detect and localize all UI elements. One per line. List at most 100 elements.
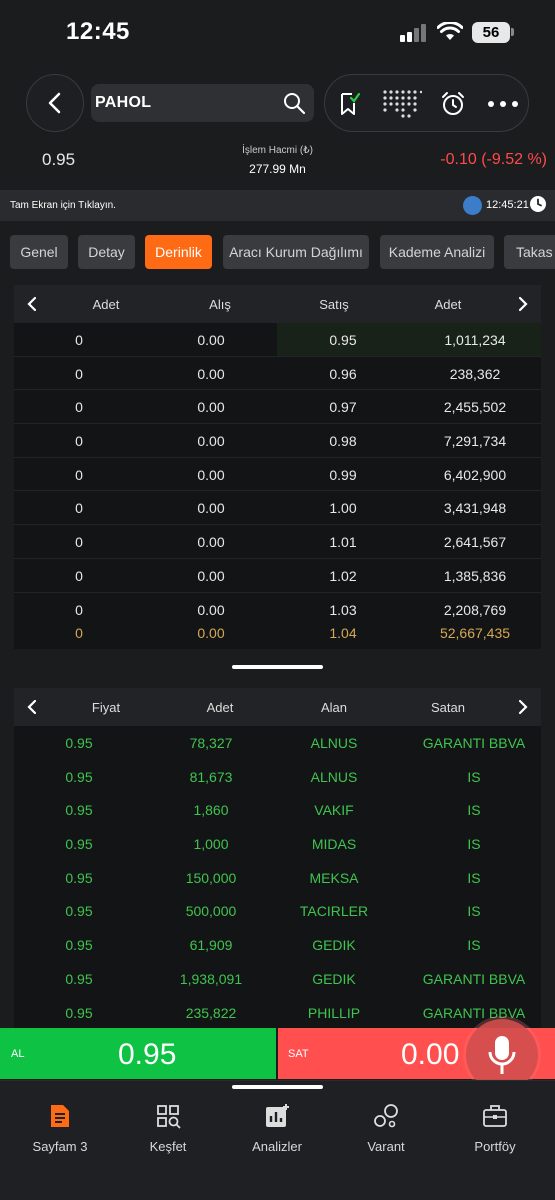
depth-cell: 0.97: [329, 399, 357, 416]
buy-button[interactable]: AL 0.95: [0, 1028, 276, 1079]
nav-kesfet[interactable]: Keşfet: [123, 1103, 213, 1163]
trade-cell: MIDAS: [311, 836, 357, 853]
cellular-signal-icon: [400, 24, 428, 42]
trade-cell: 1,938,091: [179, 970, 243, 987]
back-button[interactable]: [26, 74, 84, 132]
depth-total-cell: 0.00: [197, 624, 225, 641]
depth-row[interactable]: 0 0.00 1.01 2,641,567: [14, 525, 541, 559]
trade-row[interactable]: 0.95 61,909 GEDIK IS: [14, 928, 541, 962]
depth-row[interactable]: 0 0.00 0.98 7,291,734: [14, 424, 541, 458]
depth-cell: 0: [75, 601, 83, 618]
tab-takas-analizi[interactable]: Takas Analizi: [504, 235, 555, 269]
trade-cell: IS: [467, 836, 481, 853]
search-input[interactable]: PAHOL: [95, 94, 151, 112]
nav-label: Varant: [367, 1139, 405, 1154]
header-bid-price: Alış: [209, 297, 231, 312]
trade-cell: 150,000: [185, 869, 237, 886]
depth-cell: 6,402,900: [443, 466, 507, 483]
tab-kademe-analizi[interactable]: Kademe Analizi: [380, 235, 494, 269]
fullscreen-bar[interactable]: Tam Ekran için Tıklayın. 12:45:21: [0, 190, 555, 221]
nav-label: Portföy: [474, 1139, 516, 1154]
depth-cell: 0.95: [329, 332, 357, 348]
depth-cell: 1.00: [329, 500, 357, 517]
trade-cell: IS: [467, 937, 481, 954]
trade-cell: GARANTI BBVA: [422, 735, 526, 751]
trade-row[interactable]: 0.95 500,000 TACIRLER IS: [14, 894, 541, 928]
depth-cell: 238,362: [449, 365, 501, 382]
volume-value: 277.99 Mn: [249, 162, 306, 176]
fullscreen-hint[interactable]: Tam Ekran için Tıklayın.: [10, 200, 116, 211]
depth-last-row: 0 0.00 1.03 2,208,769 0 0.00 1.04 52,667…: [14, 593, 541, 649]
alarm-clock-icon[interactable]: [438, 89, 468, 119]
trade-row[interactable]: 0.95 150,000 MEKSA IS: [14, 861, 541, 895]
trade-cell: 0.95: [65, 735, 93, 751]
depth-cell: 0.00: [197, 433, 225, 450]
trade-row[interactable]: 0.95 235,822 PHILLIP GARANTI BBVA: [14, 996, 541, 1029]
depth-table-header: Adet Alış Satış Adet: [14, 285, 541, 323]
microphone-icon: [488, 1036, 516, 1074]
nav-analizler[interactable]: Analizler: [232, 1103, 322, 1163]
depth-total-cell: 1.04: [329, 624, 357, 641]
depth-rows: 0 0.00 0.95 1,011,234 0 0.00 0.96 238,362 0 0.00 0…: [14, 323, 541, 593]
depth-cell: 2,208,769: [443, 601, 507, 618]
trade-cell: TACIRLER: [299, 903, 369, 920]
depth-row[interactable]: 0 0.00 0.96 238,362: [14, 357, 541, 391]
more-dots-icon[interactable]: [485, 89, 521, 119]
chevron-right-icon[interactable]: [513, 294, 533, 314]
trade-cell: PHILLIP: [307, 1004, 361, 1021]
trade-row[interactable]: 0.95 78,327 ALNUS GARANTI BBVA: [14, 726, 541, 760]
nav-varant[interactable]: Varant: [341, 1103, 431, 1163]
tab-bar: Genel Detay Derinlik Aracı Kurum Dağılım…: [10, 235, 555, 269]
depth-cell: 1.01: [329, 534, 357, 551]
nav-sayfam[interactable]: Sayfam 3: [15, 1103, 105, 1163]
trade-rows: 0.95 78,327 ALNUS GARANTI BBVA 0.95 81,673 ALN…: [14, 726, 541, 1028]
depth-cell: 0: [75, 399, 83, 416]
depth-cell: 0.99: [329, 466, 357, 483]
header-buyer: Alan: [320, 700, 348, 715]
depth-cell: 0: [75, 567, 83, 584]
trades-table: Fiyat Adet Alan Satan 0.95 78,327 ALNUS GAR…: [14, 688, 541, 1028]
trade-cell: VAKIF: [314, 802, 354, 819]
depth-total-cell: 0: [75, 624, 83, 641]
resize-handle[interactable]: [232, 665, 323, 669]
trade-row[interactable]: 0.95 1,000 MIDAS IS: [14, 827, 541, 861]
depth-cell: 0: [75, 365, 83, 382]
depth-cell: 1,011,234: [444, 332, 506, 348]
tab-derinlik[interactable]: Derinlik: [145, 235, 212, 269]
depth-row[interactable]: 0 0.00 0.95 1,011,234: [14, 323, 541, 357]
search-icon[interactable]: [282, 91, 306, 115]
home-indicator: [232, 1085, 323, 1089]
trade-cell: ALNUS: [310, 768, 358, 785]
depth-cell: 7,291,734: [443, 433, 507, 450]
trade-row[interactable]: 0.95 1,938,091 GEDIK GARANTI BBVA: [14, 962, 541, 996]
back-arrow-icon: [48, 92, 61, 114]
symbol-search-field[interactable]: PAHOL: [91, 84, 314, 122]
trades-table-header: Fiyat Adet Alan Satan: [14, 688, 541, 726]
trade-cell: GEDIK: [312, 937, 356, 954]
depth-row[interactable]: 0 0.00 0.99 6,402,900: [14, 458, 541, 492]
depth-cell: 1.03: [329, 601, 357, 618]
depth-cell: 0.00: [197, 332, 225, 348]
bookmark-check-icon[interactable]: [334, 89, 364, 119]
depth-cell: 0: [75, 466, 83, 483]
depth-row[interactable]: 0 0.00 0.97 2,455,502: [14, 390, 541, 425]
chevron-left-icon[interactable]: [22, 294, 42, 314]
volume-label: İşlem Hacmi (₺): [242, 145, 313, 156]
tab-genel[interactable]: Genel: [10, 235, 68, 269]
depth-cell: 0: [75, 332, 83, 348]
trade-row[interactable]: 0.95 81,673 ALNUS IS: [14, 760, 541, 794]
depth-cell: 0: [75, 500, 83, 517]
depth-cell: 0: [75, 534, 83, 551]
dot-matrix-icon[interactable]: [380, 89, 424, 119]
depth-row[interactable]: 0 0.00 1.02 1,385,836: [14, 559, 541, 593]
battery-tip: [511, 28, 514, 36]
chevron-left-icon[interactable]: [22, 697, 42, 717]
tab-detay[interactable]: Detay: [78, 235, 135, 269]
chevron-right-icon[interactable]: [513, 697, 533, 717]
trade-cell: IS: [467, 768, 481, 785]
nav-label: Keşfet: [149, 1139, 187, 1154]
nav-portfoy[interactable]: Portföy: [450, 1103, 540, 1163]
tab-araci-kurum[interactable]: Aracı Kurum Dağılımı: [223, 235, 369, 269]
trade-row[interactable]: 0.95 1,860 VAKIF IS: [14, 793, 541, 827]
depth-row[interactable]: 0 0.00 1.00 3,431,948: [14, 491, 541, 526]
